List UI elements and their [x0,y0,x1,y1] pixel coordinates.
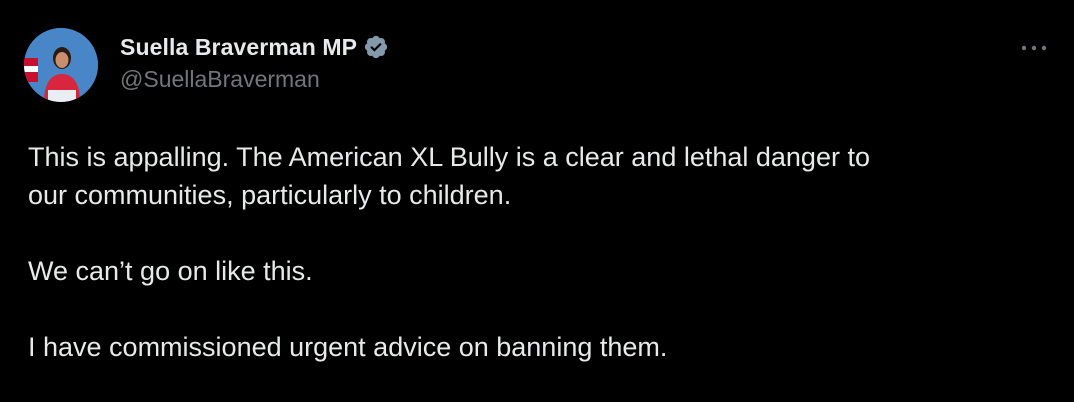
more-options-button[interactable] [1018,36,1050,60]
avatar-image [24,28,98,102]
author-block: Suella Braverman MP @SuellaBraverman [120,30,389,93]
display-name[interactable]: Suella Braverman MP [120,34,357,61]
verified-badge-icon [363,34,389,60]
tweet-text: This is appalling. The American XL Bully… [28,138,1048,366]
tweet-text-paragraph-3: I have commissioned urgent advice on ban… [28,332,668,362]
tweet-text-line-2: our communities, particularly to childre… [28,180,512,210]
avatar[interactable] [24,28,98,102]
more-horizontal-icon [1021,45,1047,51]
handle[interactable]: @SuellaBraverman [120,66,389,93]
name-row: Suella Braverman MP [120,30,389,64]
tweet-text-line-1: This is appalling. The American XL Bully… [28,142,870,172]
tweet-card: Suella Braverman MP @SuellaBraverman Thi… [0,0,1074,402]
tweet-text-paragraph-2: We can’t go on like this. [28,256,313,286]
